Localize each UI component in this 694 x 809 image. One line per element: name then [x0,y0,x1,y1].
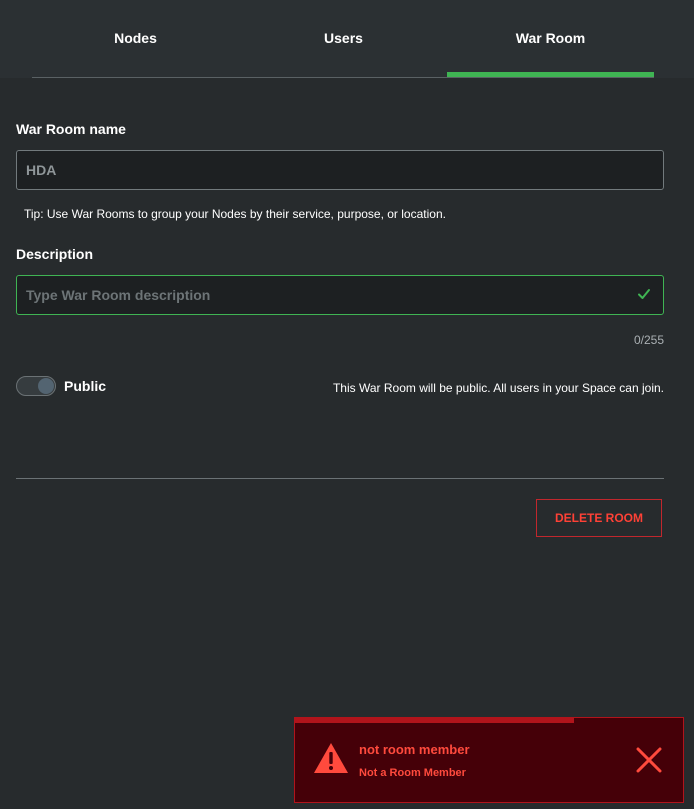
divider [16,478,664,479]
close-icon[interactable] [635,746,663,774]
delete-room-button[interactable]: DELETE ROOM [536,499,662,537]
error-toast: not room member Not a Room Member [294,717,684,803]
tab-bar: Nodes Users War Room [0,0,694,78]
toast-message: Not a Room Member [359,767,466,779]
description-char-counter: 0/255 [633,333,664,347]
war-room-name-label: War Room name [16,121,126,137]
public-label: Public [64,378,107,394]
public-help-text: This War Room will be public. All users … [332,381,664,395]
tab-users[interactable]: Users [240,0,447,76]
toast-progress-bar [295,718,575,723]
tab-active-indicator [447,72,654,77]
description-label: Description [16,246,94,262]
warning-icon [314,743,348,773]
war-room-name-field[interactable] [16,150,664,190]
check-icon [638,289,650,299]
toast-title: not room member [359,742,470,757]
toggle-knob [38,378,54,394]
description-input[interactable] [17,276,626,314]
description-field[interactable] [16,275,664,315]
tip-text: Tip: Use War Rooms to group your Nodes b… [24,207,446,221]
tab-nodes[interactable]: Nodes [32,0,239,76]
tab-war-room[interactable]: War Room [447,0,654,76]
tab-divider [32,77,654,78]
public-toggle[interactable] [16,376,56,396]
war-room-name-input[interactable] [17,151,626,189]
